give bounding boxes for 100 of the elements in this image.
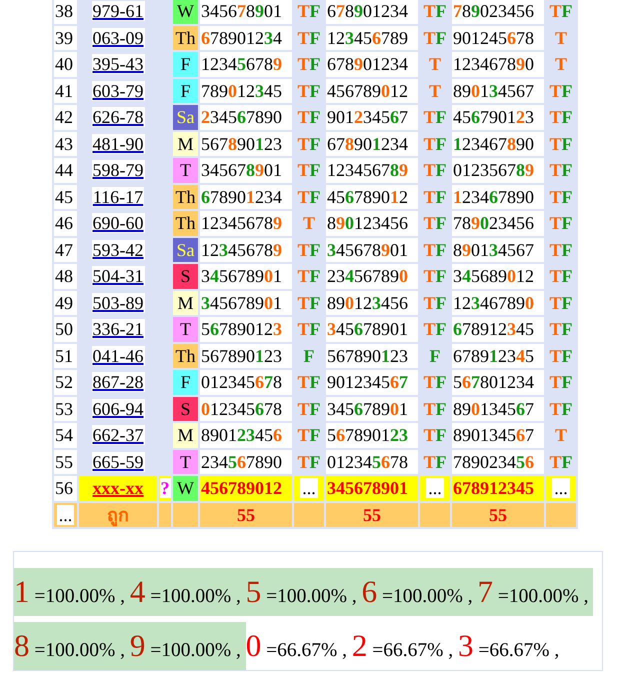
draw-link[interactable]: 665-59 <box>92 452 144 472</box>
result-cell-text: TF <box>296 238 322 262</box>
day-cell: T <box>173 158 198 182</box>
draw-link[interactable]: 116-17 <box>92 186 144 207</box>
result-cell-text: TF <box>296 450 322 474</box>
draw-link[interactable]: 598-79 <box>92 160 144 180</box>
number-cell: 234567890 <box>200 105 292 130</box>
result-cell: ... <box>300 478 318 498</box>
number-cell: 567890123 <box>200 317 292 342</box>
day-cell: T <box>173 450 198 474</box>
result-cell-text: TF <box>422 186 448 209</box>
stat-item: 0=66.67% , <box>246 627 348 665</box>
number-cell: 123456789 <box>200 52 292 76</box>
number-cell: 345678901 <box>200 158 292 182</box>
day-cell: Th <box>173 211 198 236</box>
stat-item: 2=66.67% , <box>352 627 454 665</box>
number-cell: 012345678 <box>326 450 418 474</box>
stat-item: 8=100.00% , <box>14 622 130 670</box>
draw-link[interactable]: 041-46 <box>92 346 144 366</box>
result-cell-text: TF <box>422 212 448 236</box>
number-cell: 234567890 <box>326 264 418 288</box>
number-cell: 678901234 <box>326 132 418 156</box>
result-cell-text: TF <box>422 0 448 24</box>
day-cell: F <box>173 52 198 76</box>
result-cell-text: TF <box>422 450 448 474</box>
result-cell: ... <box>426 478 444 498</box>
draw-link[interactable]: 504-31 <box>92 266 144 286</box>
result-cell-text: TF <box>296 424 322 448</box>
day-cell: S <box>173 264 198 288</box>
result-cell-text: TF <box>296 186 322 209</box>
draw-link[interactable]: 481-90 <box>92 134 144 154</box>
draw-link[interactable]: 593-42 <box>92 240 144 260</box>
day-cell: Th <box>173 26 198 50</box>
result-cell-text: TF <box>548 159 574 182</box>
row-number: 55 <box>54 450 77 474</box>
number-cell: 123456789 <box>200 211 292 236</box>
total-cell: 55 <box>452 502 544 527</box>
number-cell: 123467890 <box>452 184 544 209</box>
number-cell: 890134567 <box>452 396 544 421</box>
result-cell-text: TF <box>296 159 322 182</box>
draw-link[interactable]: 395-43 <box>92 54 144 74</box>
number-cell: 890123456 <box>326 211 418 236</box>
result-cell-text: TF <box>422 238 448 262</box>
day-cell: Sa <box>173 105 198 130</box>
row-number: 53 <box>54 396 77 421</box>
number-cell: 789012345 <box>200 78 292 103</box>
result-cell-text: TF <box>296 80 322 103</box>
number-cell: 012356789 <box>452 158 544 182</box>
result-cell-text: TF <box>296 26 322 50</box>
number-cell: 678901234 <box>200 26 292 50</box>
more-text: ... <box>56 504 74 525</box>
result-cell-text: TF <box>548 292 574 315</box>
number-cell: 678912345 <box>452 476 544 500</box>
number-cell: 789023456 <box>452 0 544 24</box>
result-cell-text: TF <box>422 424 448 448</box>
number-cell: 901245678 <box>452 26 544 50</box>
number-cell: 123467890 <box>452 290 544 315</box>
result-cell-text: TF <box>548 106 574 130</box>
row-number: 45 <box>54 184 77 209</box>
result-cell: ... <box>552 478 570 498</box>
correct-label: ถูก <box>79 502 157 527</box>
row-number: 39 <box>54 26 77 50</box>
number-cell: 567890123 <box>200 132 292 156</box>
result-cell-text: F <box>302 344 316 368</box>
result-cell-text: TF <box>422 371 448 394</box>
stat-item: 1=100.00% , <box>14 568 130 616</box>
draw-link[interactable]: 606-94 <box>92 398 144 419</box>
draw-link[interactable]: 867-28 <box>92 372 144 392</box>
draw-link[interactable]: 626-78 <box>92 107 144 128</box>
number-cell: 345678901 <box>200 264 292 288</box>
draw-link[interactable]: 503-89 <box>92 292 144 313</box>
number-cell: 678912345 <box>452 344 544 368</box>
draw-link[interactable]: 690-60 <box>92 213 144 234</box>
result-cell-text: TF <box>296 371 322 394</box>
number-cell: 890134567 <box>452 78 544 103</box>
result-cell-text: TF <box>296 53 322 76</box>
draw-link[interactable]: 979-61 <box>92 1 144 22</box>
result-cell-text: TF <box>296 132 322 156</box>
draw-link[interactable]: 063-09 <box>92 28 144 48</box>
result-cell-text: TF <box>548 80 574 103</box>
result-cell-text: TF <box>296 292 322 315</box>
number-cell: 456789012 <box>200 476 292 500</box>
day-cell: Sa <box>173 238 198 262</box>
result-cell-text: TF <box>296 318 322 342</box>
row-number: 50 <box>54 317 77 342</box>
number-cell: 678901234 <box>326 52 418 76</box>
number-cell: 567801234 <box>452 370 544 394</box>
result-cell-text: TF <box>296 265 322 288</box>
draw-link[interactable]: 662-37 <box>92 425 144 446</box>
number-cell: 456790123 <box>452 105 544 130</box>
stat-item: 3=66.67% , <box>458 627 560 665</box>
number-cell: 123456789 <box>326 158 418 182</box>
number-cell: 678912345 <box>452 317 544 342</box>
draw-link[interactable]: 603-79 <box>92 80 144 101</box>
number-cell: 345678901 <box>326 317 418 342</box>
row-number: 51 <box>54 344 77 368</box>
stat-item: 7=100.00% , <box>478 568 594 616</box>
draw-link[interactable]: 336-21 <box>92 319 144 340</box>
number-cell: 345689012 <box>452 264 544 288</box>
day-cell: F <box>173 370 198 394</box>
